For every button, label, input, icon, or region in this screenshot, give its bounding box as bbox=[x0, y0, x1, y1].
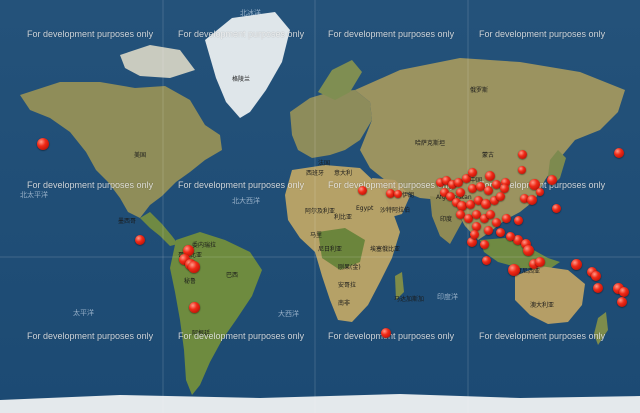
place-label: 委内瑞拉 bbox=[192, 242, 217, 249]
map-marker[interactable] bbox=[135, 235, 145, 245]
place-label: 阿尔及利亚 bbox=[305, 208, 336, 215]
map-marker[interactable] bbox=[491, 217, 501, 227]
map-marker[interactable] bbox=[508, 264, 520, 276]
map-marker[interactable] bbox=[547, 175, 557, 185]
place-label: 格陵兰 bbox=[232, 76, 251, 83]
map-marker[interactable] bbox=[188, 261, 200, 273]
map-marker[interactable] bbox=[483, 225, 493, 235]
place-label: 俄罗斯 bbox=[470, 87, 489, 94]
map-marker[interactable] bbox=[522, 244, 534, 256]
map-marker[interactable] bbox=[485, 209, 495, 219]
place-label: 尼日利亚 bbox=[318, 246, 343, 253]
map-marker[interactable] bbox=[381, 328, 391, 338]
place-label: 南非 bbox=[338, 300, 351, 307]
place-label: 刚果(金) bbox=[338, 264, 361, 271]
map-marker[interactable] bbox=[455, 187, 465, 197]
place-label: 巴西 bbox=[226, 272, 239, 279]
place-label: 秘鲁 bbox=[184, 278, 197, 285]
place-label: 安哥拉 bbox=[338, 282, 357, 289]
place-label: 墨西哥 bbox=[118, 218, 137, 225]
map-marker[interactable] bbox=[495, 191, 505, 201]
place-label: 马达加斯加 bbox=[394, 296, 425, 303]
place-label: 蒙古 bbox=[482, 152, 495, 159]
ocean-label: 北太平洋 bbox=[20, 191, 48, 199]
place-label: 伊朗 bbox=[402, 192, 415, 199]
map-marker[interactable] bbox=[394, 190, 402, 198]
place-label: 利比亚 bbox=[334, 214, 353, 221]
map-marker[interactable] bbox=[467, 167, 477, 177]
map-marker[interactable] bbox=[518, 166, 526, 174]
map-marker[interactable] bbox=[513, 215, 523, 225]
place-label: 意大利 bbox=[334, 170, 353, 177]
place-label: 美国 bbox=[134, 152, 147, 159]
ocean-label: 太平洋 bbox=[73, 309, 94, 317]
map-marker[interactable] bbox=[517, 149, 527, 159]
map-marker[interactable] bbox=[593, 283, 603, 293]
map-marker[interactable] bbox=[37, 138, 49, 150]
place-label: 埃塞俄比亚 bbox=[370, 246, 401, 253]
map-marker[interactable] bbox=[505, 231, 515, 241]
map-marker[interactable] bbox=[535, 257, 545, 267]
map-marker[interactable] bbox=[619, 287, 629, 297]
map-marker[interactable] bbox=[469, 229, 479, 239]
place-label: 西班牙 bbox=[306, 170, 325, 177]
map-marker[interactable] bbox=[617, 297, 627, 307]
map-marker[interactable] bbox=[527, 195, 537, 205]
map-marker[interactable] bbox=[357, 185, 367, 195]
map-marker[interactable] bbox=[501, 213, 511, 223]
map-marker[interactable] bbox=[467, 237, 477, 247]
map-marker[interactable] bbox=[481, 255, 491, 265]
map-marker[interactable] bbox=[591, 271, 601, 281]
ocean-label: 北冰洋 bbox=[240, 9, 261, 17]
map-marker[interactable] bbox=[614, 148, 624, 158]
ocean-label: 北大西洋 bbox=[232, 197, 260, 205]
place-label: 哈萨克斯坦 bbox=[415, 140, 446, 147]
place-label: 沙特阿拉伯 bbox=[380, 207, 411, 214]
map-marker[interactable] bbox=[483, 185, 493, 195]
map-marker[interactable] bbox=[479, 239, 489, 249]
map-marker[interactable] bbox=[551, 203, 561, 213]
map-canvas[interactable]: 北冰洋 北大西洋 印度洋 太平洋 大西洋 北太平洋 格陵兰 美国 墨西哥 委内瑞… bbox=[0, 0, 640, 413]
place-label: 马里 bbox=[310, 232, 323, 239]
place-label: 印度 bbox=[440, 216, 453, 223]
place-label: 法国 bbox=[318, 160, 331, 167]
ocean-label: 印度洋 bbox=[437, 293, 458, 301]
place-label: 澳大利亚 bbox=[530, 302, 555, 309]
map-marker[interactable] bbox=[570, 258, 582, 270]
ocean-label: 大西洋 bbox=[278, 310, 299, 318]
place-label: Egypt bbox=[356, 205, 374, 212]
place-label: 阿根廷 bbox=[192, 330, 211, 337]
map-marker[interactable] bbox=[495, 227, 505, 237]
map-marker[interactable] bbox=[536, 188, 544, 196]
map-marker[interactable] bbox=[188, 301, 200, 313]
